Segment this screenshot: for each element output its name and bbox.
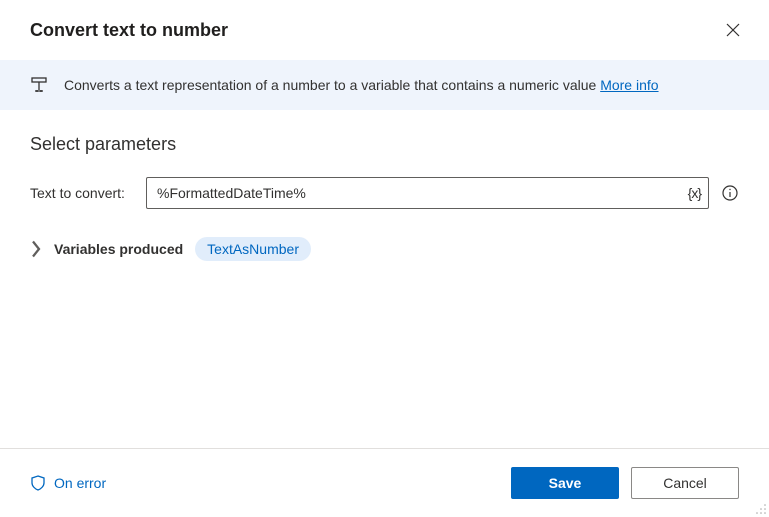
param-row-text-to-convert: Text to convert: {x} <box>30 177 739 209</box>
dialog-footer: On error Save Cancel <box>0 448 769 517</box>
variable-picker-icon[interactable]: {x} <box>688 185 701 201</box>
close-button[interactable] <box>721 18 745 42</box>
cancel-button[interactable]: Cancel <box>631 467 739 499</box>
variables-produced-row: Variables produced TextAsNumber <box>30 237 739 261</box>
info-icon <box>722 185 738 201</box>
description-bar: Converts a text representation of a numb… <box>0 60 769 110</box>
resize-grip-icon[interactable] <box>755 503 767 515</box>
dialog-title: Convert text to number <box>30 20 228 41</box>
close-icon <box>726 23 740 37</box>
text-to-convert-input[interactable] <box>146 177 709 209</box>
more-info-link[interactable]: More info <box>600 77 658 93</box>
description-text: Converts a text representation of a numb… <box>64 77 659 93</box>
shield-icon <box>30 475 46 491</box>
param-label: Text to convert: <box>30 185 134 201</box>
description-content: Converts a text representation of a numb… <box>64 77 600 93</box>
section-title: Select parameters <box>30 134 739 155</box>
dialog-header: Convert text to number <box>0 0 769 60</box>
input-wrapper: {x} <box>146 177 709 209</box>
on-error-label: On error <box>54 475 106 491</box>
chevron-right-icon <box>30 240 42 258</box>
footer-buttons: Save Cancel <box>511 467 739 499</box>
variable-chip[interactable]: TextAsNumber <box>195 237 311 261</box>
content-area: Select parameters Text to convert: {x} V… <box>0 110 769 285</box>
action-type-icon <box>30 76 48 94</box>
on-error-button[interactable]: On error <box>30 475 106 491</box>
save-button[interactable]: Save <box>511 467 619 499</box>
info-button[interactable] <box>721 184 739 202</box>
variables-produced-label: Variables produced <box>54 241 183 257</box>
expand-toggle[interactable] <box>30 243 42 255</box>
